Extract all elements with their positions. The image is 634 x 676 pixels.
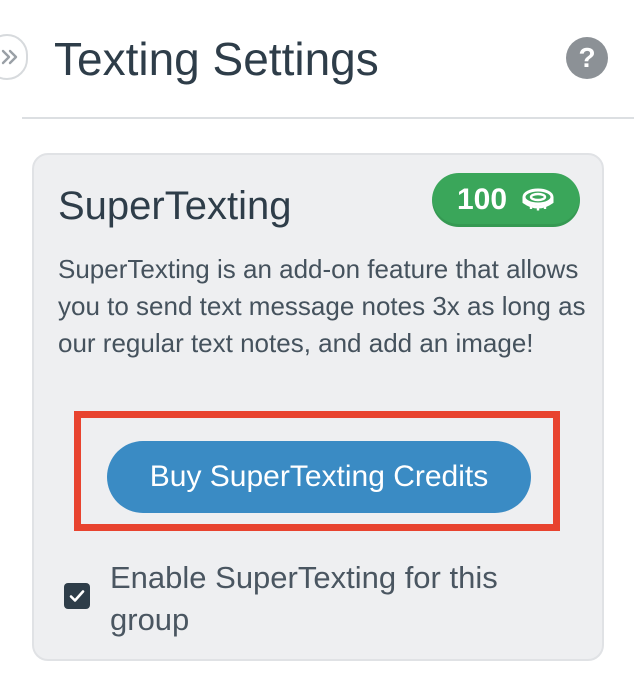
page-title: Texting Settings [54,33,379,85]
coin-icon [521,188,555,212]
header-divider [22,117,634,119]
card-description: SuperTexting is an add-on feature that a… [58,254,586,358]
expand-sidebar-button[interactable] [0,34,28,80]
credit-balance-badge: 100 [432,173,580,227]
double-chevron-right-icon [0,47,20,67]
card-title: SuperTexting [58,184,292,228]
help-button[interactable]: ? [566,37,608,79]
supertexting-card: SuperTexting 100 SuperTexting is an add-… [32,153,604,661]
checkmark-icon [69,590,85,602]
buy-credits-button[interactable]: Buy SuperTexting Credits [107,441,531,513]
enable-supertexting-label[interactable]: Enable SuperTexting for this group [110,557,550,641]
credit-count: 100 [456,183,508,216]
question-icon: ? [578,42,596,73]
enable-supertexting-checkbox[interactable] [64,583,90,609]
